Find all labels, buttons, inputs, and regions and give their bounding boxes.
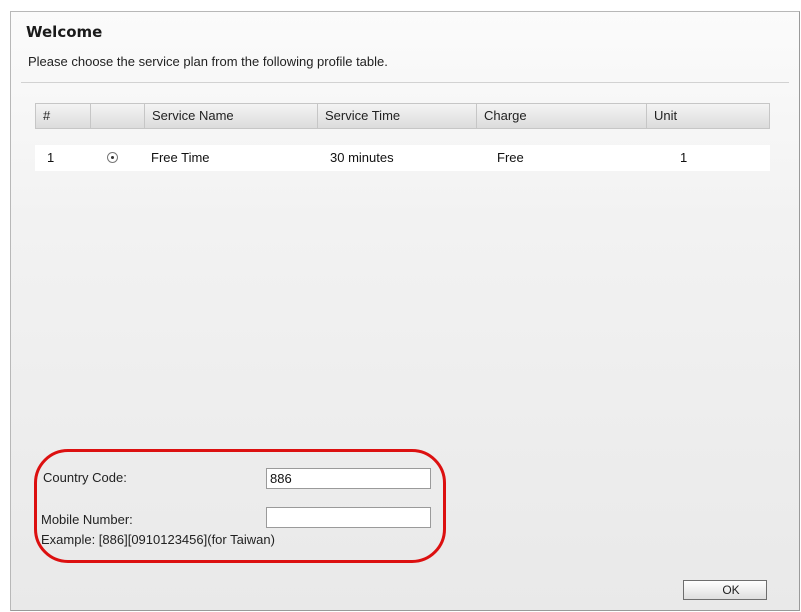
table-header: # Service Name Service Time Charge Unit xyxy=(35,103,770,129)
service-name-cell: Free Time xyxy=(151,150,210,165)
unit-cell: 1 xyxy=(680,150,688,165)
country-code-input[interactable] xyxy=(266,468,431,489)
service-plan-radio[interactable] xyxy=(107,152,118,163)
charge-cell: Free xyxy=(497,150,524,165)
column-header-index: # xyxy=(36,104,91,128)
country-code-label: Country Code: xyxy=(43,470,127,485)
service-time-cell: 30 minutes xyxy=(330,150,394,165)
column-header-select xyxy=(91,104,145,128)
header-divider xyxy=(21,82,789,83)
page-subtitle: Please choose the service plan from the … xyxy=(28,54,388,69)
page-title: Welcome xyxy=(26,23,103,41)
column-header-service-name: Service Name xyxy=(145,104,318,128)
mobile-number-example: Example: [886][0910123456](for Taiwan) xyxy=(41,532,275,547)
column-header-charge: Charge xyxy=(477,104,647,128)
mobile-number-label: Mobile Number: xyxy=(41,512,133,527)
ok-button[interactable]: OK xyxy=(683,580,767,600)
ok-button-label: OK xyxy=(722,583,740,597)
column-header-service-time: Service Time xyxy=(318,104,477,128)
row-index: 1 xyxy=(47,150,55,165)
column-header-unit: Unit xyxy=(654,108,678,123)
mobile-number-input[interactable] xyxy=(266,507,431,528)
table-row[interactable]: 1 Free Time 30 minutes Free 1 xyxy=(35,145,770,171)
